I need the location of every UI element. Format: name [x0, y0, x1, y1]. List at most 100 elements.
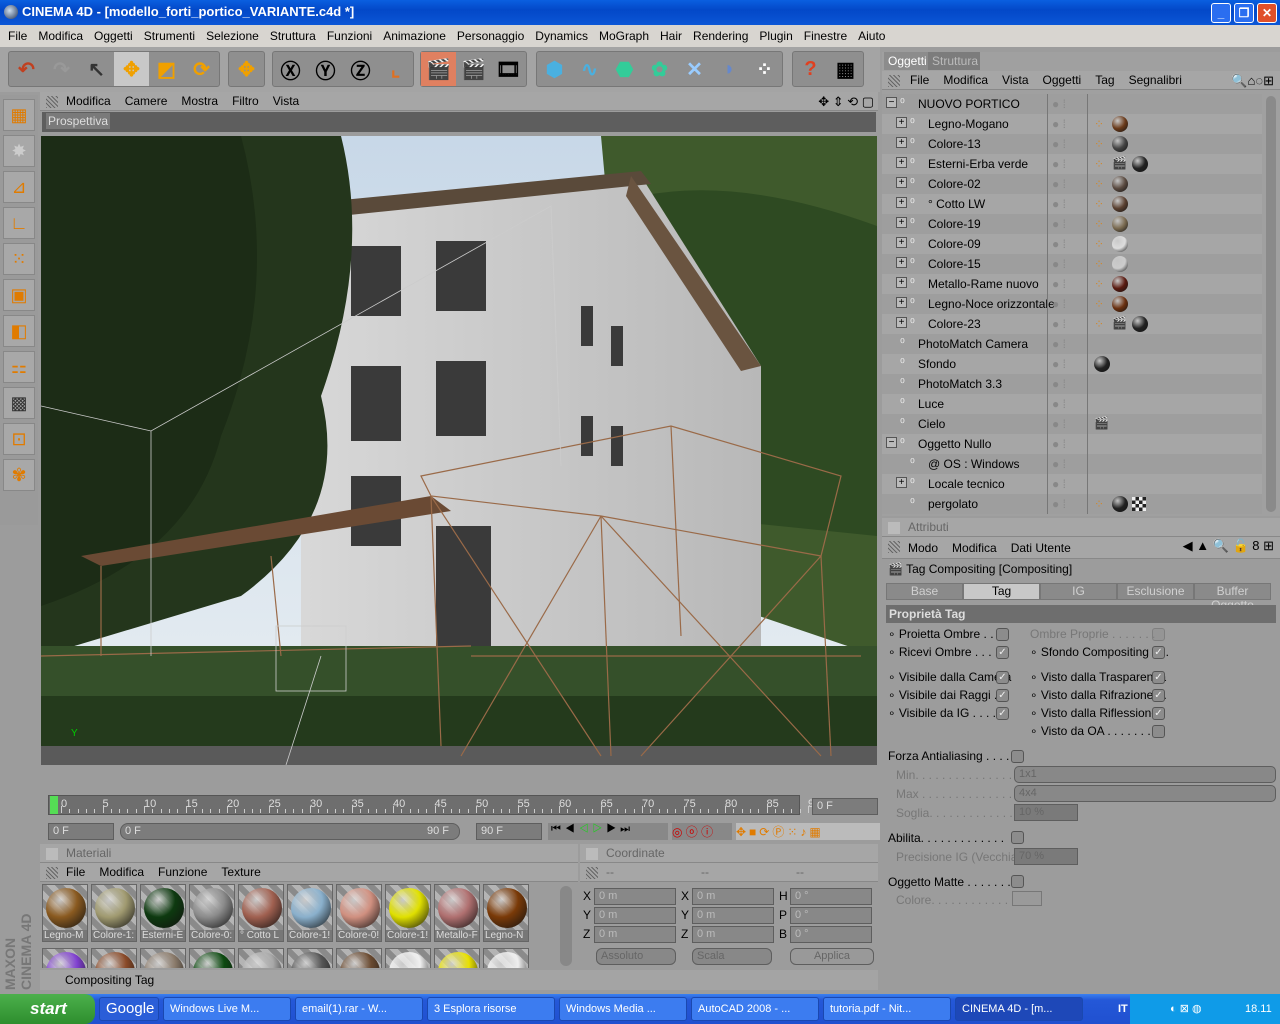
texture-icon[interactable]: ⚏ — [3, 351, 35, 383]
particles-icon[interactable]: ⁘ — [747, 52, 782, 86]
compositing-tag-icon[interactable]: 🎬 — [1112, 316, 1127, 330]
compositing-tag-icon[interactable]: 🎬 — [1094, 416, 1109, 430]
spline-icon[interactable]: ∿ — [572, 52, 607, 86]
object-row[interactable]: + ⁰ Metallo-Rame nuovo ● ⁞ ⁘ — [882, 274, 1262, 294]
panel-checkbox[interactable] — [888, 522, 900, 534]
checkbox[interactable] — [1152, 628, 1165, 641]
material-tag-icon[interactable] — [1112, 236, 1128, 252]
materials-menu-funzione[interactable]: Funzione — [158, 865, 207, 879]
viewport-3d-view[interactable]: Y — [41, 136, 877, 765]
material-swatch[interactable] — [483, 948, 529, 968]
taskbar-item[interactable]: Google — [99, 997, 159, 1021]
viewport-menu-modifica[interactable]: Modifica — [66, 94, 111, 108]
select-icon[interactable]: ↖ — [79, 52, 114, 86]
material-swatch[interactable]: Esterni-E — [140, 884, 186, 942]
x-axis-icon[interactable]: Ⓧ — [273, 52, 308, 86]
expand-toggle[interactable]: + — [896, 197, 907, 208]
apply-button[interactable]: Applica — [790, 948, 874, 965]
visibility-dots[interactable]: ● ⁞ — [1052, 317, 1066, 331]
visibility-dots[interactable]: ● ⁞ — [1052, 457, 1066, 471]
object-row[interactable]: ⁰ PhotoMatch 3.3 ● ⁞ — [882, 374, 1262, 394]
taskbar-item[interactable]: tutoria.pdf - Nit... — [823, 997, 951, 1021]
material-swatch[interactable]: Colore-0! — [336, 884, 382, 942]
checkbox[interactable]: ✓ — [996, 646, 1009, 659]
object-row[interactable]: + ⁰ Legno-Noce orizzontale ● ⁞ ⁘ — [882, 294, 1262, 314]
menu-modifica[interactable]: Modifica — [38, 29, 83, 43]
close-button[interactable]: ✕ — [1257, 3, 1277, 23]
object-row[interactable]: + ⁰ Colore-19 ● ⁞ ⁘ — [882, 214, 1262, 234]
coord-field[interactable]: 0 ° — [790, 888, 872, 905]
coord-field[interactable]: 0 ° — [790, 926, 872, 943]
object-row[interactable]: + ⁰ Colore-23 ● ⁞ ⁘ 🎬 — [882, 314, 1262, 334]
material-tag-icon[interactable] — [1112, 116, 1128, 132]
scene-icon[interactable]: ◗ — [712, 52, 747, 86]
tab-buffer-oggetto[interactable]: Buffer Oggetto — [1194, 583, 1271, 612]
redo-icon[interactable]: ↷ — [44, 52, 79, 86]
coord-field[interactable]: 0 m — [594, 888, 676, 905]
timeline-ruler[interactable]: 051015202530354045505560657075808590 — [48, 795, 820, 815]
object-row[interactable]: ⁰ Cielo ● ⁞ 🎬 — [882, 414, 1262, 434]
visibility-dots[interactable]: ● ⁞ — [1052, 157, 1066, 171]
object-nav-icons[interactable]: 🔍⌂◌⊞ — [1231, 73, 1274, 89]
color-swatch[interactable] — [1012, 891, 1042, 906]
model-icon[interactable]: ✸ — [3, 135, 35, 167]
grip-icon[interactable] — [888, 541, 900, 553]
expand-toggle[interactable]: + — [896, 297, 907, 308]
visibility-dots[interactable]: ● ⁞ — [1052, 337, 1066, 351]
coord-field[interactable]: 0 ° — [790, 907, 872, 924]
expand-toggle[interactable]: + — [896, 477, 907, 488]
objects-scrollbar[interactable] — [1266, 96, 1276, 512]
axis-icon[interactable]: ∟ — [3, 207, 35, 239]
edges-icon[interactable]: ▣ — [3, 279, 35, 311]
material-swatch[interactable] — [189, 948, 235, 968]
coord-mode-dropdown[interactable]: Assoluto — [596, 948, 676, 965]
coord-field[interactable]: 0 m — [594, 907, 676, 924]
ig-precision-field[interactable]: 70 % — [1014, 848, 1078, 865]
expand-toggle[interactable]: + — [896, 317, 907, 328]
menu-oggetti[interactable]: Oggetti — [94, 29, 133, 43]
menu-strumenti[interactable]: Strumenti — [144, 29, 195, 43]
material-tag-icon[interactable] — [1132, 156, 1148, 172]
object-row[interactable]: ⁰ PhotoMatch Camera ● ⁞ — [882, 334, 1262, 354]
threshold-field[interactable]: 10 % — [1014, 804, 1078, 821]
menu-struttura[interactable]: Struttura — [270, 29, 316, 43]
taskbar-item[interactable]: 3 Esplora risorse — [427, 997, 555, 1021]
objects-menu-tag[interactable]: Tag — [1095, 73, 1114, 87]
tab-struttura[interactable]: Struttura — [928, 52, 980, 70]
menu-mograph[interactable]: MoGraph — [599, 29, 649, 43]
coord-field[interactable]: 0 m — [692, 907, 774, 924]
expand-toggle[interactable]: − — [886, 97, 897, 108]
objects-menu-vista[interactable]: Vista — [1002, 73, 1028, 87]
render-view-icon[interactable]: 🎬 — [421, 52, 456, 86]
tab-tag[interactable]: Tag — [963, 583, 1040, 600]
y-axis-icon[interactable]: Ⓨ — [308, 52, 343, 86]
material-swatch[interactable] — [140, 948, 186, 968]
material-tag-icon[interactable] — [1112, 296, 1128, 312]
visibility-dots[interactable]: ● ⁞ — [1052, 217, 1066, 231]
coord-field[interactable]: 0 m — [594, 926, 676, 943]
tab-oggetti[interactable]: Oggetti — [884, 52, 928, 70]
attributes-menu-modo[interactable]: Modo — [908, 541, 938, 555]
visibility-dots[interactable]: ● ⁞ — [1052, 377, 1066, 391]
object-row[interactable]: + ⁰ Colore-15 ● ⁞ ⁘ — [882, 254, 1262, 274]
table-help-icon[interactable]: ▦ — [828, 52, 863, 86]
material-tag-icon[interactable] — [1112, 276, 1128, 292]
material-swatch[interactable] — [287, 948, 333, 968]
material-swatch[interactable]: Colore-0: — [189, 884, 235, 942]
material-swatch[interactable]: Legno-N — [483, 884, 529, 942]
materials-menu-file[interactable]: File — [66, 865, 85, 879]
taskbar-item[interactable]: CINEMA 4D - [m... — [955, 997, 1083, 1021]
object-row[interactable]: + ⁰ ° Cotto LW ● ⁞ ⁘ — [882, 194, 1262, 214]
material-swatch[interactable]: Legno-M — [42, 884, 88, 942]
taskbar-item[interactable]: Windows Media ... — [559, 997, 687, 1021]
object-row[interactable]: + ⁰ Colore-13 ● ⁞ ⁘ — [882, 134, 1262, 154]
grip-icon[interactable] — [46, 867, 58, 879]
playback-controls[interactable]: ⏮◀◁▷▶⏭ — [548, 823, 668, 840]
menu-animazione[interactable]: Animazione — [383, 29, 446, 43]
current-frame-field[interactable]: 0 F — [812, 798, 878, 815]
object-row[interactable]: + ⁰ Esterni-Erba verde ● ⁞ ⁘ 🎬 — [882, 154, 1262, 174]
material-tag-icon[interactable] — [1112, 136, 1128, 152]
render-settings-icon[interactable]: 🎞 — [491, 52, 526, 86]
menu-dynamics[interactable]: Dynamics — [535, 29, 588, 43]
help-icon[interactable]: ? — [793, 52, 828, 86]
